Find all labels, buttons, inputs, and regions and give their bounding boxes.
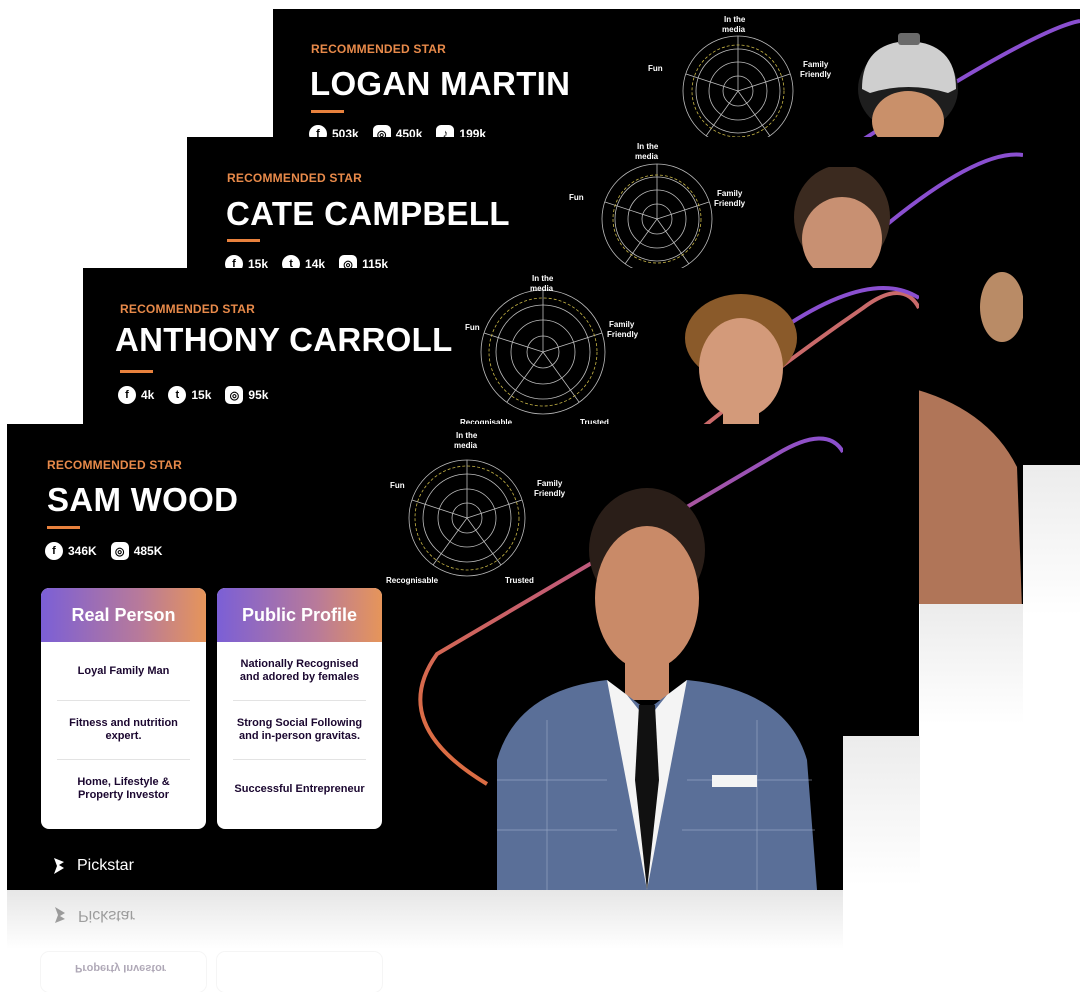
real-person-title: Real Person [41, 588, 206, 642]
real-person-row: Home, Lifestyle & Property Investor [77, 776, 170, 801]
reflection-back-card [1023, 465, 1080, 615]
public-profile-row: Strong Social Following and in-person gr… [233, 701, 366, 760]
public-profile-title: Public Profile [217, 588, 382, 642]
public-profile-row: Nationally Recognised and adored by fema… [233, 642, 366, 701]
public-profile-panel: Public Profile Nationally Recognised and… [217, 588, 382, 829]
reflection-back-card [920, 604, 1023, 724]
pickstar-logo: Pickstar [51, 856, 134, 876]
real-person-row: Fitness and nutrition expert. [57, 701, 190, 760]
real-person-panel: Real Person Loyal Family Man Fitness and… [41, 588, 206, 829]
reflection-back-card [843, 736, 920, 886]
pickstar-logo-icon [54, 858, 64, 874]
public-profile-row: Successful Entrepreneur [234, 782, 365, 795]
card-sam-wood: RECOMMENDED STAR SAM WOOD f 346K ◎ 485K In… [7, 424, 843, 890]
reflection-logo: Pickstar [52, 905, 135, 925]
reflection-logo-text: Pickstar [78, 907, 135, 924]
pickstar-logo-icon [55, 907, 65, 923]
pickstar-logo-text: Pickstar [77, 857, 134, 874]
reflection-text: Property Investor [75, 962, 167, 974]
star-photo [497, 488, 817, 890]
reflection-panel [217, 952, 382, 992]
real-person-row: Loyal Family Man [57, 642, 190, 701]
